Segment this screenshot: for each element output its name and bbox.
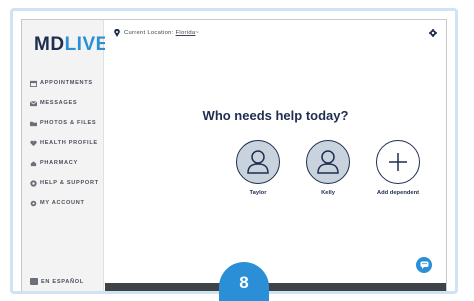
location-link[interactable]: Florida xyxy=(176,30,196,36)
sidebar-item-label: MESSAGES xyxy=(40,100,78,106)
location-pin-icon xyxy=(114,29,120,37)
mdlive-logo[interactable]: MDLIVE xyxy=(34,34,109,56)
avatar[interactable] xyxy=(306,140,350,184)
sidebar-item-label: PHARMACY xyxy=(40,160,78,166)
language-toggle[interactable]: EN ESPAÑOL xyxy=(30,278,84,285)
sidebar-item-help-support[interactable]: HELP & SUPPORT xyxy=(30,173,104,193)
language-label: EN ESPAÑOL xyxy=(41,278,84,285)
person-name: Taylor xyxy=(249,190,267,196)
bottom-bar xyxy=(105,283,446,291)
app-window: MDLIVE APPOINTMENTS MESSAGES PHOTOS & FI… xyxy=(21,19,447,291)
chat-bubble-icon xyxy=(420,261,428,269)
person-name: Add dependent xyxy=(376,190,420,196)
location-dropdown-indicator[interactable]: ~ xyxy=(195,30,199,36)
user-icon xyxy=(317,150,339,174)
page-title: Who needs help today? xyxy=(202,108,349,123)
person-name: Kelly xyxy=(321,190,335,196)
folder-icon xyxy=(30,121,37,126)
sidebar-item-my-account[interactable]: MY ACCOUNT xyxy=(30,193,104,213)
gear-icon xyxy=(30,200,37,206)
location-prefix: Current Location: xyxy=(124,30,174,36)
sidebar-item-pharmacy[interactable]: PHARMACY xyxy=(30,153,104,173)
sidebar-item-label: PHOTOS & FILES xyxy=(40,120,97,126)
sidebar-item-health-profile[interactable]: HEALTH PROFILE xyxy=(30,133,104,153)
calendar-icon xyxy=(30,80,37,87)
sidebar-item-messages[interactable]: MESSAGES xyxy=(30,93,104,113)
sidebar-nav: APPOINTMENTS MESSAGES PHOTOS & FILES HEA… xyxy=(30,73,104,213)
sidebar-item-appointments[interactable]: APPOINTMENTS xyxy=(30,73,104,93)
sidebar-item-photos-files[interactable]: PHOTOS & FILES xyxy=(30,113,104,133)
settings-gear-icon[interactable] xyxy=(429,29,437,37)
avatar[interactable] xyxy=(236,140,280,184)
sidebar-item-label: HELP & SUPPORT xyxy=(40,180,99,186)
person-card-kelly[interactable]: Kelly xyxy=(293,140,363,196)
current-location: Current Location: Florida ~ xyxy=(114,29,199,37)
sidebar-item-label: MY ACCOUNT xyxy=(40,200,85,206)
plus-icon xyxy=(389,153,407,171)
screenshot-frame: MDLIVE APPOINTMENTS MESSAGES PHOTOS & FI… xyxy=(10,8,458,294)
sidebar-item-label: HEALTH PROFILE xyxy=(40,140,98,146)
add-dependent-circle[interactable] xyxy=(376,140,420,184)
person-card-taylor[interactable]: Taylor xyxy=(223,140,293,196)
help-icon xyxy=(30,179,37,187)
sidebar-item-label: APPOINTMENTS xyxy=(40,80,93,86)
logo-text-main: MD xyxy=(34,34,65,55)
language-icon xyxy=(30,278,38,285)
envelope-icon xyxy=(30,100,37,106)
sidebar: MDLIVE APPOINTMENTS MESSAGES PHOTOS & FI… xyxy=(22,20,108,291)
logo-text-accent: LIVE xyxy=(64,34,109,55)
pharmacy-icon xyxy=(30,160,37,166)
patient-selector: Taylor Kelly Add dependent xyxy=(223,140,433,196)
heart-icon xyxy=(30,140,37,146)
user-icon xyxy=(247,150,269,174)
chat-button[interactable] xyxy=(416,257,432,273)
add-dependent-button[interactable]: Add dependent xyxy=(363,140,433,196)
main-content: Current Location: Florida ~ Who needs he… xyxy=(105,20,446,291)
